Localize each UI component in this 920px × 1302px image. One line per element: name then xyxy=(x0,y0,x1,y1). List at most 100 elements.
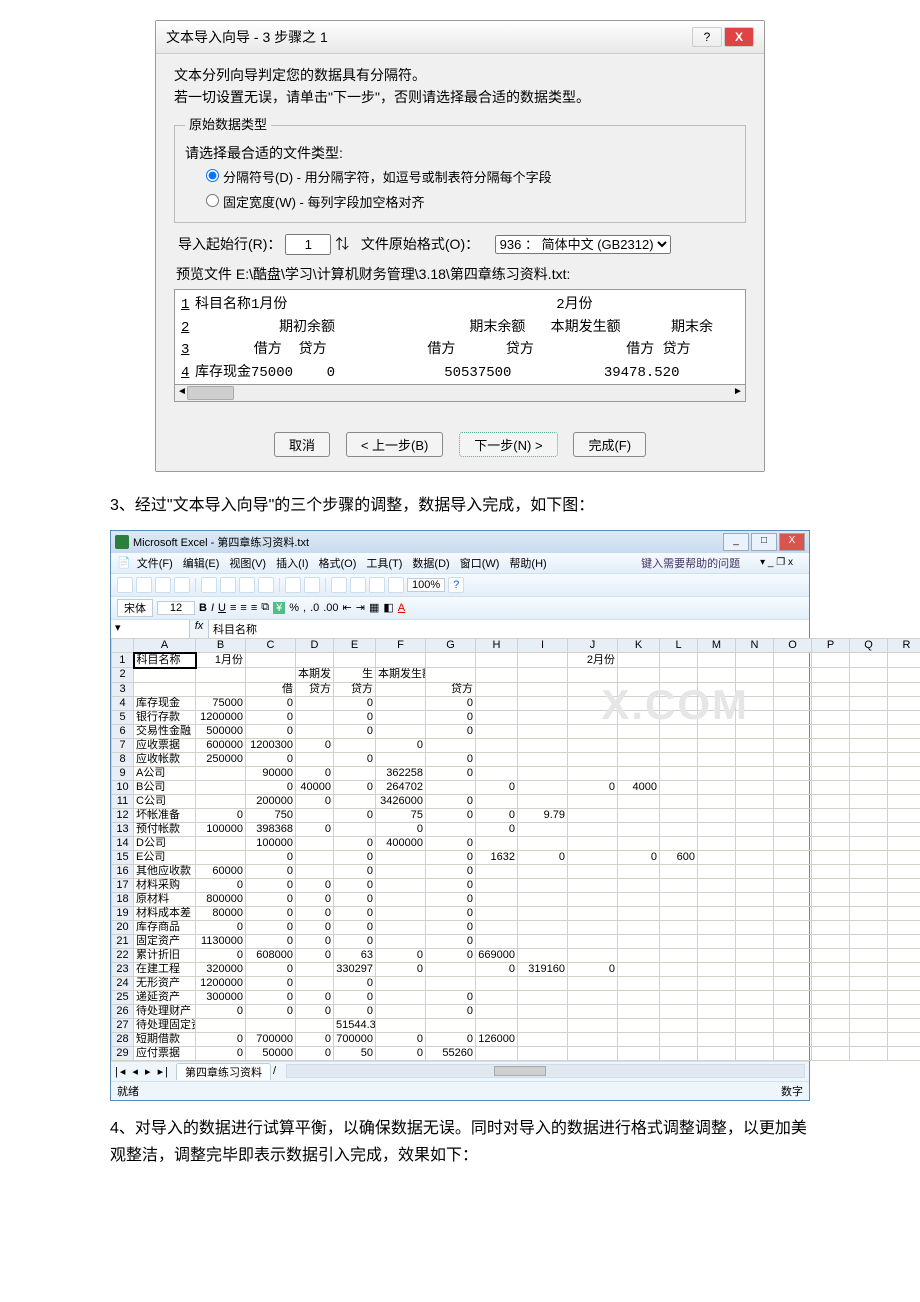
cell[interactable] xyxy=(518,766,568,780)
cell[interactable] xyxy=(568,794,618,808)
table-row[interactable]: 15E公司000163200600 xyxy=(112,850,920,864)
cell[interactable] xyxy=(774,850,812,864)
cell[interactable] xyxy=(296,653,334,668)
cell[interactable]: 0 xyxy=(334,724,376,738)
cell[interactable]: 0 xyxy=(196,808,246,822)
cell[interactable] xyxy=(888,668,920,683)
cell[interactable] xyxy=(296,850,334,864)
cell[interactable] xyxy=(518,724,568,738)
cell[interactable]: 0 xyxy=(196,1032,246,1046)
cell[interactable]: 1月份 xyxy=(196,653,246,668)
cell[interactable]: 0 xyxy=(246,696,296,710)
cell[interactable] xyxy=(698,682,736,696)
cell[interactable] xyxy=(660,766,698,780)
cell[interactable]: 无形资产 xyxy=(134,976,196,990)
cell[interactable]: 累计折旧 xyxy=(134,948,196,962)
paste-icon[interactable] xyxy=(239,577,255,593)
cell[interactable]: 0 xyxy=(334,906,376,920)
cell[interactable] xyxy=(376,724,426,738)
menu-item[interactable]: 编辑(E) xyxy=(183,558,220,570)
cell[interactable]: 0 xyxy=(296,934,334,948)
table-row[interactable]: 8应收帐款250000000 xyxy=(112,752,920,766)
cell[interactable] xyxy=(376,906,426,920)
cell[interactable] xyxy=(660,1032,698,1046)
cell[interactable] xyxy=(850,794,888,808)
row-header[interactable]: 12 xyxy=(112,808,134,822)
cell[interactable] xyxy=(476,934,518,948)
row-header[interactable]: 19 xyxy=(112,906,134,920)
table-row[interactable]: 2本期发生本期发生额 xyxy=(112,668,920,683)
cell[interactable] xyxy=(698,850,736,864)
indent-inc-icon[interactable]: ⇥ xyxy=(356,601,365,614)
cell[interactable] xyxy=(376,878,426,892)
cell[interactable] xyxy=(618,1046,660,1060)
cell[interactable] xyxy=(736,878,774,892)
cell[interactable]: 0 xyxy=(334,1004,376,1018)
cell[interactable] xyxy=(812,653,850,668)
autosum-icon[interactable] xyxy=(331,577,347,593)
row-header[interactable]: 21 xyxy=(112,934,134,948)
cell[interactable] xyxy=(296,976,334,990)
col-header[interactable]: N xyxy=(736,638,774,653)
dec-decimal-icon[interactable]: .00 xyxy=(323,602,338,614)
cell[interactable] xyxy=(698,1032,736,1046)
cell[interactable]: 0 xyxy=(296,1032,334,1046)
cell[interactable] xyxy=(812,794,850,808)
cell[interactable] xyxy=(134,668,196,683)
cell[interactable] xyxy=(568,836,618,850)
cell[interactable] xyxy=(660,906,698,920)
cell[interactable] xyxy=(134,682,196,696)
format-painter-icon[interactable] xyxy=(258,577,274,593)
cell[interactable] xyxy=(518,864,568,878)
cell[interactable] xyxy=(888,822,920,836)
cell[interactable] xyxy=(296,808,334,822)
cell[interactable] xyxy=(736,948,774,962)
cell[interactable] xyxy=(296,836,334,850)
cell[interactable] xyxy=(774,934,812,948)
cell[interactable] xyxy=(736,976,774,990)
cell[interactable] xyxy=(736,668,774,683)
cell[interactable]: 0 xyxy=(426,836,476,850)
cell[interactable]: 0 xyxy=(246,990,296,1004)
italic-icon[interactable]: I xyxy=(211,602,214,614)
cell[interactable]: 在建工程 xyxy=(134,962,196,976)
cell[interactable] xyxy=(518,892,568,906)
cell[interactable] xyxy=(698,794,736,808)
cell[interactable] xyxy=(618,668,660,683)
underline-icon[interactable]: U xyxy=(218,602,226,614)
radio-delimited[interactable]: 分隔符号(D) - 用分隔字符，如逗号或制表符分隔每个字段 xyxy=(201,166,735,189)
cell[interactable] xyxy=(476,1004,518,1018)
cell[interactable]: 55260 xyxy=(426,1046,476,1060)
table-row[interactable]: 5银行存款1200000000 xyxy=(112,710,920,724)
cell[interactable] xyxy=(850,920,888,934)
cell[interactable] xyxy=(518,990,568,1004)
cell[interactable] xyxy=(888,808,920,822)
cell[interactable] xyxy=(334,653,376,668)
cell[interactable] xyxy=(850,668,888,683)
cell[interactable] xyxy=(376,1018,426,1032)
row-header[interactable]: 2 xyxy=(112,668,134,683)
cell[interactable] xyxy=(812,892,850,906)
cell[interactable] xyxy=(568,1018,618,1032)
cell[interactable] xyxy=(774,906,812,920)
cell[interactable] xyxy=(296,962,334,976)
cell[interactable] xyxy=(476,682,518,696)
cell[interactable] xyxy=(660,808,698,822)
cell[interactable]: 319160 xyxy=(518,962,568,976)
cell[interactable] xyxy=(812,962,850,976)
cell[interactable] xyxy=(518,920,568,934)
col-header[interactable]: F xyxy=(376,638,426,653)
cell[interactable]: 0 xyxy=(296,794,334,808)
cell[interactable]: 0 xyxy=(426,948,476,962)
cell[interactable]: 330297 xyxy=(334,962,376,976)
cell[interactable]: 坏帐准备 xyxy=(134,808,196,822)
back-button[interactable]: < 上一步(B) xyxy=(346,432,444,457)
cell[interactable] xyxy=(774,780,812,794)
cell[interactable]: 应收票据 xyxy=(134,738,196,752)
cell[interactable]: 0 xyxy=(426,906,476,920)
cell[interactable]: 1632 xyxy=(476,850,518,864)
col-header[interactable]: D xyxy=(296,638,334,653)
bold-icon[interactable]: B xyxy=(199,602,207,614)
cell[interactable]: 0 xyxy=(426,850,476,864)
cell[interactable] xyxy=(334,738,376,752)
